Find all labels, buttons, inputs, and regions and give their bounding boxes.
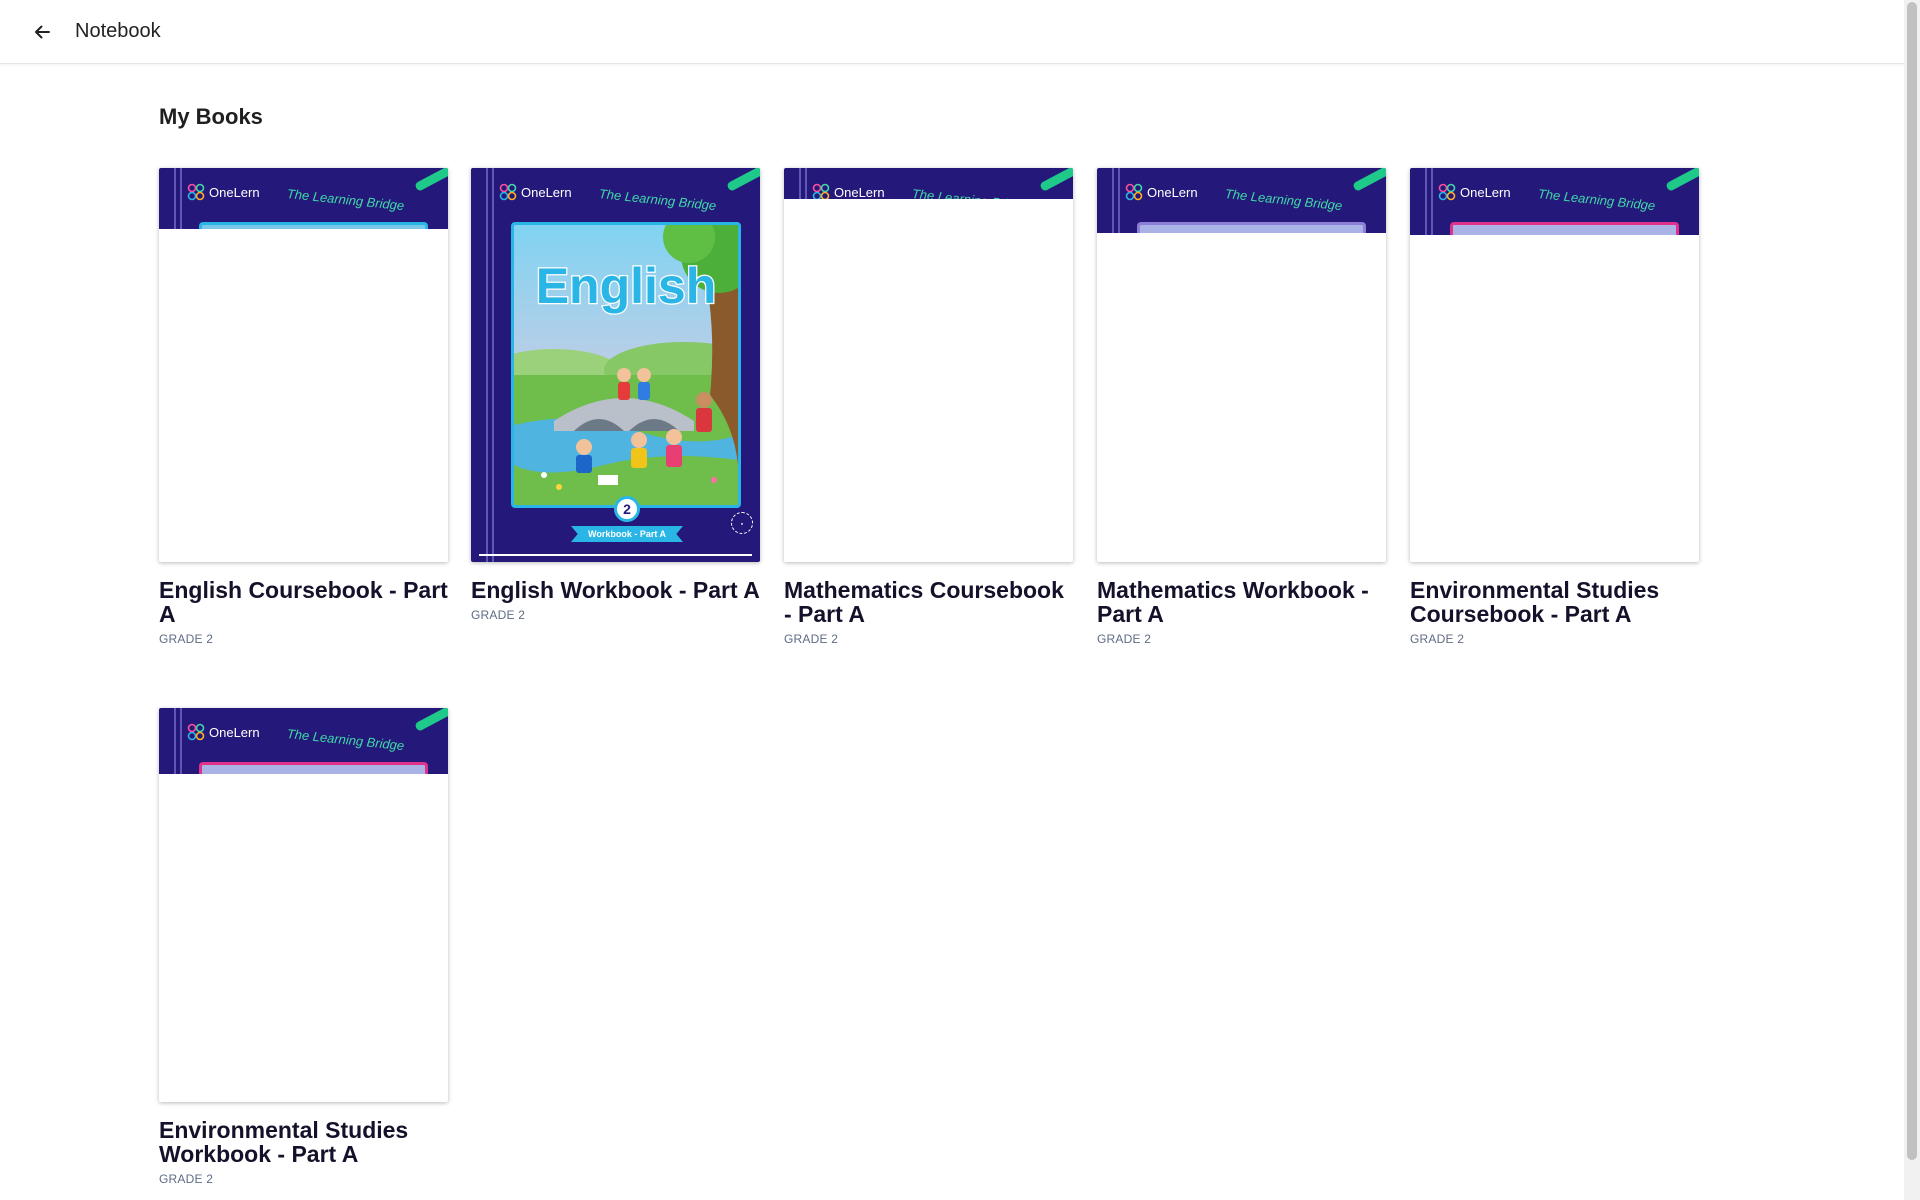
book-cover[interactable]: OneLern The Learning Bridge [159,168,448,562]
brand-tagline: The Learning Bridge [1537,186,1656,214]
cover-art-frame [1450,222,1679,235]
onelern-logo: OneLern [812,183,885,199]
book-card[interactable]: OneLern The Learning Bridge Mathematics … [784,168,1073,646]
scrollbar-thumb[interactable] [1907,2,1917,1160]
pen-graphic [1039,168,1073,192]
publisher-name: OneLern [1460,184,1511,200]
cover-header-strip: OneLern The Learning Bridge [1410,168,1699,235]
book-grade: GRADE 2 [784,632,839,646]
onelern-logo: OneLern [187,183,260,201]
cover-subject-title: English [536,258,717,314]
book-title[interactable]: Environmental Studies Workbook - Part A [159,1118,448,1166]
pen-graphic [1665,168,1699,192]
cover-art-frame [199,762,428,774]
cover-art-frame [199,222,428,229]
book-grade: GRADE 2 [471,608,526,622]
page-title: Notebook [75,20,161,42]
book-title[interactable]: English Workbook - Part A [471,578,760,602]
back-button[interactable] [30,20,54,44]
cover-illustration: English [511,222,741,508]
publisher-name: OneLern [521,184,572,200]
pen-graphic [1352,168,1386,192]
book-cover[interactable]: OneLern The Learning Bridge [1410,168,1699,562]
book-card[interactable]: OneLern The Learning Bridge English 2 Wo… [471,168,760,622]
grade-number-badge: 2 [614,496,640,522]
book-grade: GRADE 2 [159,632,214,646]
onelern-logo-icon [1125,183,1143,201]
cover-art-frame [1137,222,1366,233]
reading-progress-fill [479,554,752,556]
cover-header-strip: OneLern The Learning Bridge [159,708,448,774]
publisher-name: OneLern [209,184,260,200]
reading-progress-bar [479,554,752,556]
vertical-scrollbar[interactable] [1904,0,1920,1200]
arrow-left-icon [35,25,50,38]
section-title: My Books [159,104,263,129]
onelern-logo-icon [499,183,517,201]
book-grade: GRADE 2 [1410,632,1465,646]
book-cover[interactable]: OneLern The Learning Bridge [784,168,1073,562]
brand-tagline: The Learning Bridge [911,186,1030,199]
brand-tagline: The Learning Bridge [286,726,405,754]
publisher-name: OneLern [1147,184,1198,200]
publisher-name: OneLern [834,184,885,200]
pen-graphic [726,168,760,192]
book-card[interactable]: OneLern The Learning Bridge Environmenta… [1410,168,1699,646]
book-title[interactable]: Environmental Studies Coursebook - Part … [1410,578,1699,626]
pen-graphic [414,708,448,732]
book-grade: GRADE 2 [159,1172,214,1186]
book-card[interactable]: OneLern The Learning Bridge Environmenta… [159,708,448,1186]
book-card[interactable]: OneLern The Learning Bridge English Cour… [159,168,448,646]
onelern-logo: OneLern [187,723,260,741]
cover-ribbon: Workbook - Part A [571,526,683,542]
onelern-logo: OneLern [1438,183,1511,201]
onelern-logo-icon [1438,183,1456,201]
onelern-logo-icon [812,183,830,199]
cover-header-strip: OneLern The Learning Bridge [159,168,448,229]
brand-tagline: The Learning Bridge [598,186,717,214]
book-cover[interactable]: OneLern The Learning Bridge [1097,168,1386,562]
onelern-logo: OneLern [499,183,572,201]
book-grade: GRADE 2 [1097,632,1152,646]
onelern-logo: OneLern [1125,183,1198,201]
book-card[interactable]: OneLern The Learning Bridge Mathematics … [1097,168,1386,646]
brand-tagline: The Learning Bridge [286,186,405,214]
book-cover[interactable]: OneLern The Learning Bridge [159,708,448,1102]
book-cover[interactable]: OneLern The Learning Bridge [471,168,760,562]
cover-header-strip: OneLern The Learning Bridge [784,168,1073,199]
seal-icon: ● [731,512,753,534]
cover-header-strip: OneLern The Learning Bridge [1097,168,1386,233]
cover-illustration-scene: English [514,225,738,505]
book-title[interactable]: Mathematics Coursebook - Part A [784,578,1073,626]
pen-graphic [414,168,448,192]
publisher-name: OneLern [209,724,260,740]
book-title[interactable]: English Coursebook - Part A [159,578,448,626]
brand-tagline: The Learning Bridge [1224,186,1343,214]
onelern-logo-icon [187,183,205,201]
book-title[interactable]: Mathematics Workbook - Part A [1097,578,1386,626]
top-app-bar: Notebook [0,0,1904,64]
onelern-logo-icon [187,723,205,741]
